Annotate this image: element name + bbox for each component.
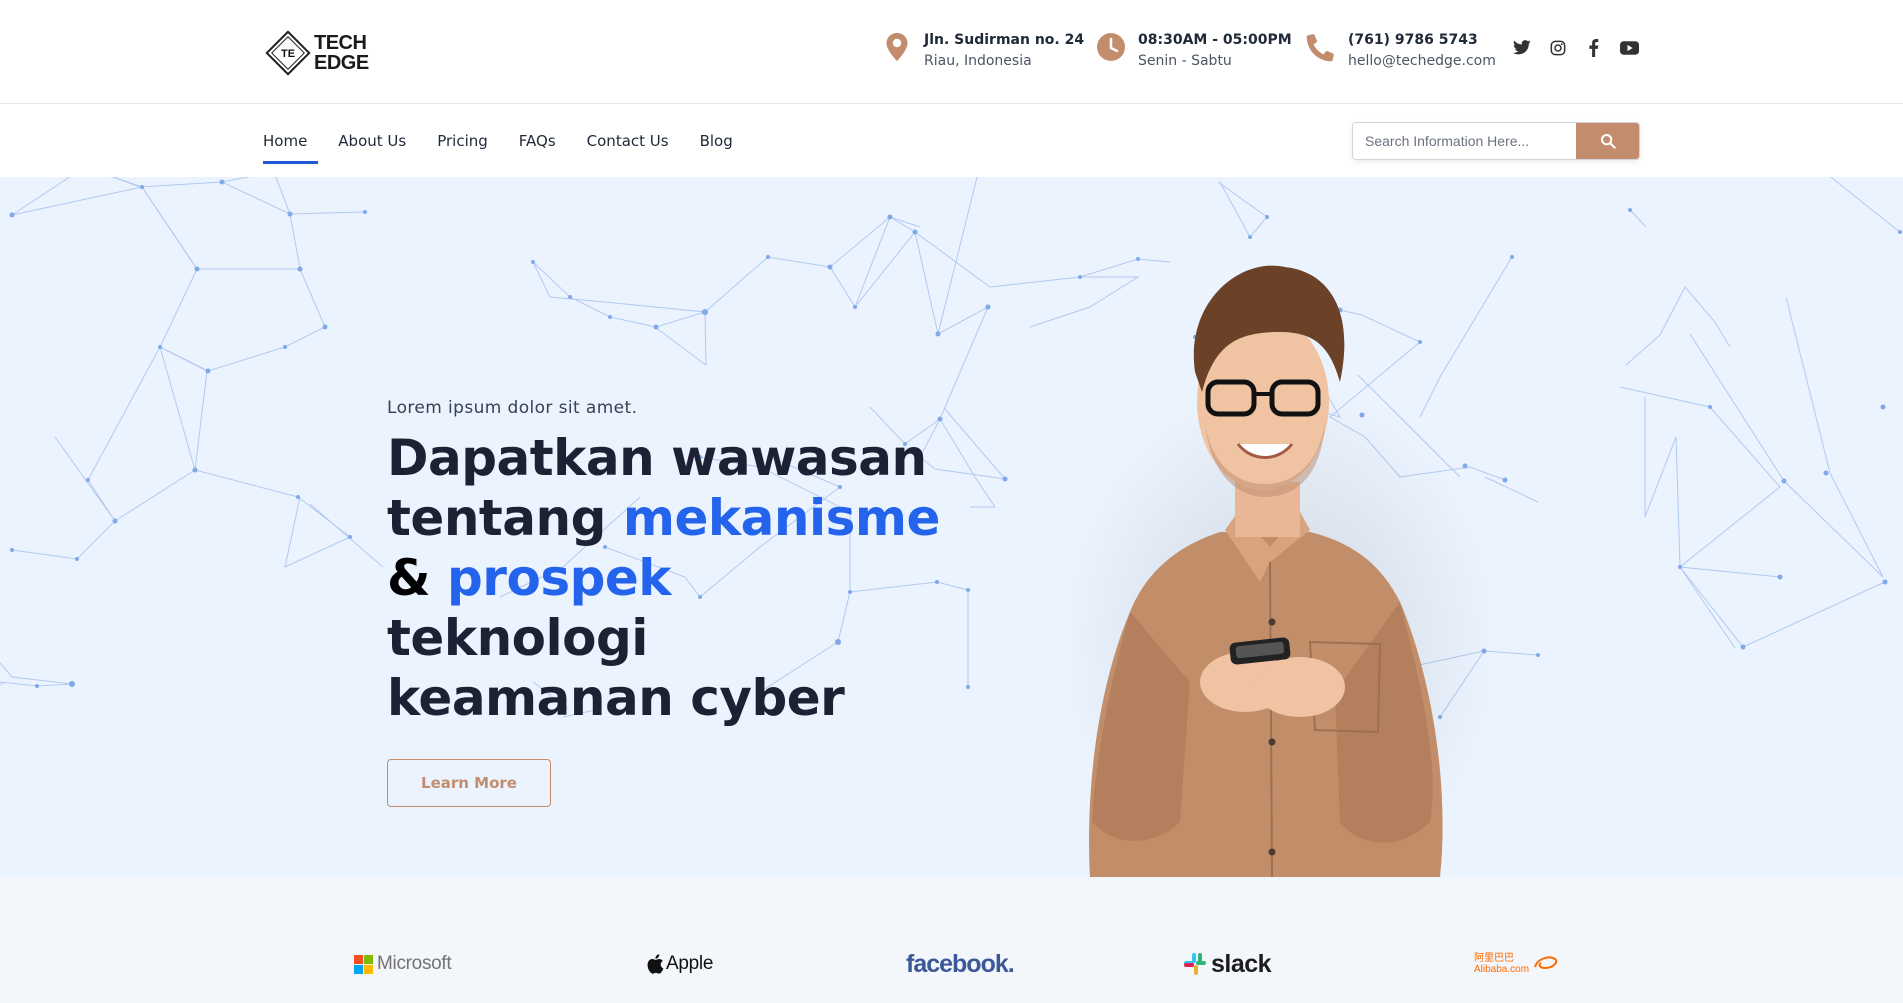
search-input[interactable] — [1353, 123, 1576, 159]
phone-number[interactable]: (761) 9786 5743 — [1348, 30, 1496, 50]
learn-more-button[interactable]: Learn More — [387, 759, 551, 807]
brand-slack: slack — [1183, 949, 1272, 979]
network-background — [0, 177, 1902, 719]
email-address[interactable]: hello@techedge.com — [1348, 50, 1496, 72]
brand-sublabel: 阿里巴巴 — [1474, 953, 1514, 964]
nav-item-blog[interactable]: Blog — [700, 105, 733, 177]
phone-icon — [1304, 30, 1338, 64]
nav-item-about-us[interactable]: About Us — [338, 105, 406, 177]
brand-apple: Apple — [646, 949, 713, 979]
facebook-icon[interactable] — [1584, 38, 1603, 57]
search-icon — [1600, 134, 1616, 149]
brand-label: facebook. — [906, 949, 1015, 978]
nav-item-pricing[interactable]: Pricing — [437, 105, 488, 177]
logo-line-1: TECH — [314, 32, 367, 54]
main-nav: Home About Us Pricing FAQs Contact Us Bl… — [263, 105, 764, 177]
instagram-icon[interactable] — [1548, 38, 1567, 57]
logo-wordmark: TECH EDGE — [314, 33, 369, 73]
map-pin-icon — [880, 30, 914, 64]
nav-item-home[interactable]: Home — [263, 105, 319, 177]
logo-line-2: EDGE — [314, 52, 369, 74]
logo-diamond-icon: TE — [264, 29, 312, 77]
hero-kicker: Lorem ipsum dolor sit amet. — [387, 398, 638, 418]
hero-person-image — [1060, 265, 1500, 877]
hero-headline: Dapatkan wawasan tentang mekanisme & pro… — [387, 428, 947, 728]
hours-line-1: 08:30AM - 05:00PM — [1138, 32, 1292, 48]
headline-line-4: keamanan cyber — [387, 669, 845, 727]
headline-highlight-mekanisme: mekanisme — [622, 489, 941, 547]
search-button[interactable] — [1576, 123, 1639, 159]
main-navbar: Home About Us Pricing FAQs Contact Us Bl… — [0, 105, 1903, 177]
address-line-2: Riau, Indonesia — [924, 53, 1032, 69]
contact-address: Jln. Sudirman no. 24 Riau, Indonesia — [880, 30, 1084, 72]
brand-logos-section: Microsoft Apple facebook. slack 阿里巴巴 Ali… — [0, 877, 1903, 1003]
microsoft-logo-icon — [354, 954, 373, 974]
brand-label: Alibaba.com — [1474, 964, 1530, 975]
brand-microsoft: Microsoft — [354, 949, 452, 979]
contact-hours: 08:30AM - 05:00PM Senin - Sabtu — [1094, 30, 1292, 72]
headline-line-2a: tentang — [387, 489, 623, 547]
headline-line-3c: teknologi — [387, 609, 648, 667]
brand-label: Microsoft — [377, 953, 452, 974]
brand-alibaba: 阿里巴巴 Alibaba.com — [1474, 949, 1561, 979]
contact-phone: (761) 9786 5743 hello@techedge.com — [1304, 30, 1496, 72]
social-links — [1512, 38, 1639, 57]
search-box — [1352, 122, 1640, 160]
nav-item-contact-us[interactable]: Contact Us — [587, 105, 669, 177]
brand-label: Apple — [666, 953, 714, 974]
nav-item-faqs[interactable]: FAQs — [519, 105, 556, 177]
brand-facebook: facebook. — [906, 949, 1015, 979]
apple-logo-icon — [647, 954, 664, 974]
headline-line-1: Dapatkan wawasan — [387, 429, 927, 487]
top-info-bar: TE TECH EDGE Jln. Sudirman no. 24 Riau, … — [0, 0, 1903, 104]
alibaba-logo-icon — [1534, 956, 1558, 970]
site-logo[interactable]: TE TECH EDGE — [264, 27, 369, 79]
clock-icon — [1094, 30, 1128, 64]
twitter-icon[interactable] — [1512, 38, 1531, 57]
hero-copy: Lorem ipsum dolor sit amet. Dapatkan waw… — [387, 398, 947, 807]
logo-mark-text: TE — [281, 48, 295, 60]
headline-line-3a: & — [387, 549, 448, 607]
headline-highlight-prospek: prospek — [447, 549, 672, 607]
brand-label: slack — [1211, 949, 1272, 978]
youtube-icon[interactable] — [1620, 38, 1639, 57]
hero-section: Lorem ipsum dolor sit amet. Dapatkan waw… — [0, 177, 1903, 877]
slack-logo-icon — [1184, 953, 1206, 975]
address-line-1: Jln. Sudirman no. 24 — [924, 32, 1085, 48]
hours-line-2: Senin - Sabtu — [1138, 53, 1232, 69]
